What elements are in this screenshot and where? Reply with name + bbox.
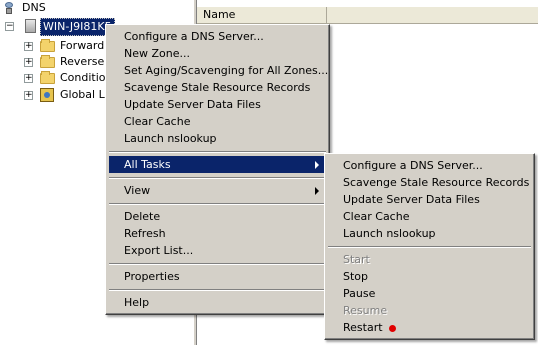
dns-icon bbox=[4, 2, 14, 14]
menu-item-update-server-data-files[interactable]: Update Server Data Files bbox=[109, 96, 326, 113]
collapse-icon[interactable]: − bbox=[5, 22, 14, 31]
context-menu: Configure a DNS Server... New Zone... Se… bbox=[105, 24, 330, 315]
menu-item-view[interactable]: View bbox=[109, 182, 326, 199]
menu-item-help[interactable]: Help bbox=[109, 294, 326, 311]
tree-item-label: Global Lo bbox=[60, 88, 112, 101]
menu-item-set-aging-scavenging[interactable]: Set Aging/Scavenging for All Zones... bbox=[109, 62, 328, 79]
list-header: Name bbox=[197, 6, 538, 24]
menu-separator bbox=[109, 263, 326, 265]
submenu-item-restart[interactable]: Restart bbox=[328, 319, 531, 336]
submenu-item-clear-cache[interactable]: Clear Cache bbox=[328, 208, 531, 225]
submenu-arrow-icon bbox=[315, 187, 319, 195]
menu-item-delete[interactable]: Delete bbox=[109, 208, 326, 225]
all-tasks-submenu: Configure a DNS Server... Scavenge Stale… bbox=[324, 153, 535, 340]
global-log-icon bbox=[40, 88, 54, 102]
tree-server-label[interactable]: WIN-J9I81K5 bbox=[40, 18, 115, 36]
column-header-name[interactable]: Name bbox=[197, 7, 327, 24]
menu-item-scavenge-stale-records[interactable]: Scavenge Stale Resource Records bbox=[109, 79, 326, 96]
menu-item-clear-cache[interactable]: Clear Cache bbox=[109, 113, 326, 130]
submenu-item-stop[interactable]: Stop bbox=[328, 268, 531, 285]
red-dot-marker-icon bbox=[388, 324, 396, 332]
menu-item-export-list[interactable]: Export List... bbox=[109, 242, 326, 259]
submenu-item-configure-dns-server[interactable]: Configure a DNS Server... bbox=[328, 157, 531, 174]
submenu-item-start: Start bbox=[343, 253, 370, 266]
menu-item-view-label: View bbox=[124, 184, 151, 197]
tree-root-label: DNS bbox=[22, 1, 46, 14]
menu-item-configure-dns-server[interactable]: Configure a DNS Server... bbox=[109, 28, 326, 45]
expand-icon[interactable]: + bbox=[24, 74, 33, 83]
submenu-arrow-icon bbox=[315, 161, 319, 169]
menu-separator bbox=[328, 246, 531, 248]
submenu-item-update-server-data-files[interactable]: Update Server Data Files bbox=[328, 191, 531, 208]
folder-icon bbox=[40, 71, 55, 84]
menu-separator bbox=[109, 289, 326, 291]
menu-separator bbox=[109, 177, 326, 179]
expand-icon[interactable]: + bbox=[24, 42, 33, 51]
submenu-item-resume: Resume bbox=[343, 304, 388, 317]
menu-item-all-tasks-label: All Tasks bbox=[124, 158, 171, 171]
folder-icon bbox=[40, 55, 55, 68]
menu-item-launch-nslookup[interactable]: Launch nslookup bbox=[109, 130, 326, 147]
expand-icon[interactable]: + bbox=[24, 58, 33, 67]
submenu-item-scavenge-stale-records[interactable]: Scavenge Stale Resource Records bbox=[328, 174, 531, 191]
server-icon bbox=[25, 19, 36, 33]
submenu-item-launch-nslookup[interactable]: Launch nslookup bbox=[328, 225, 531, 242]
menu-separator bbox=[109, 151, 326, 153]
menu-item-all-tasks[interactable]: All Tasks bbox=[109, 156, 326, 173]
menu-item-refresh[interactable]: Refresh bbox=[109, 225, 326, 242]
expand-icon[interactable]: + bbox=[24, 91, 33, 100]
menu-item-new-zone[interactable]: New Zone... bbox=[109, 45, 326, 62]
submenu-item-restart-label: Restart bbox=[343, 321, 383, 334]
submenu-item-pause[interactable]: Pause bbox=[328, 285, 531, 302]
menu-separator bbox=[109, 203, 326, 205]
folder-icon bbox=[40, 39, 55, 52]
menu-item-properties[interactable]: Properties bbox=[109, 268, 326, 285]
